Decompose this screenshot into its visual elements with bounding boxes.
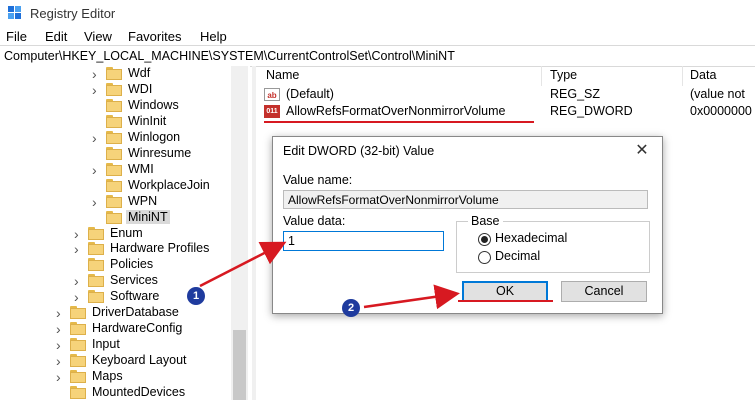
annotation-arrows (199, 241, 553, 310)
arrow-to-value-data (199, 241, 287, 288)
arrow-to-ok-button (363, 284, 460, 310)
step-badge-2: 2 (342, 299, 360, 317)
step-badge-1: 1 (187, 287, 205, 305)
